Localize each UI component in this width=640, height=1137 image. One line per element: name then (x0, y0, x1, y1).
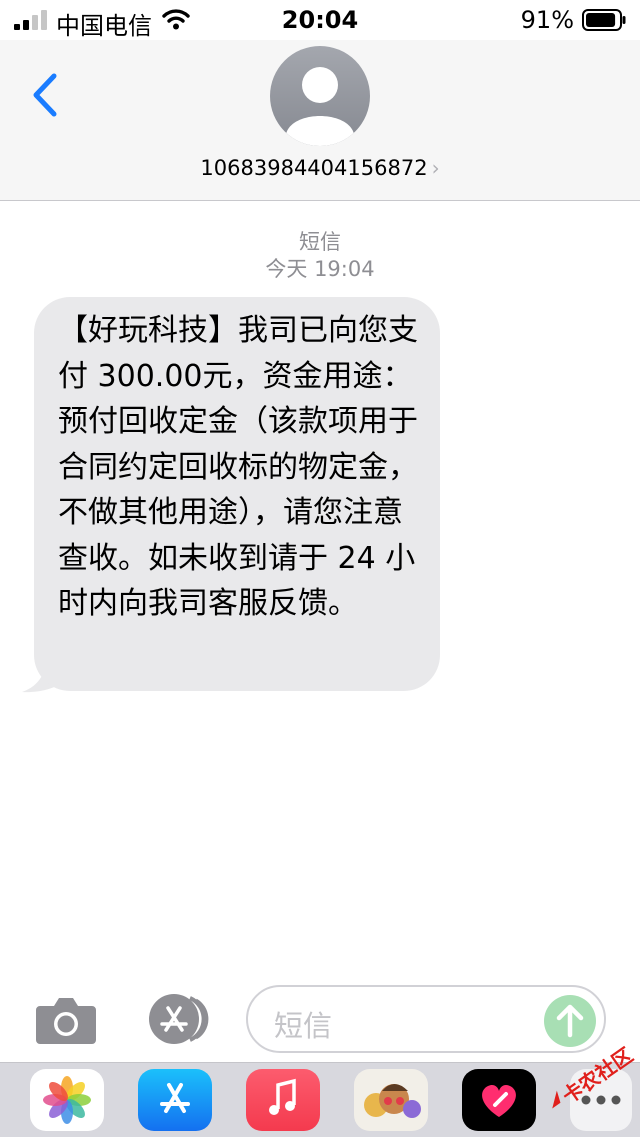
service-label: 短信 (299, 230, 341, 254)
chevron-left-icon[interactable] (28, 70, 68, 120)
contact-number[interactable]: 10683984404156872 › (0, 156, 640, 180)
battery-icon (582, 9, 626, 31)
camera-icon[interactable] (36, 994, 96, 1044)
send-arrow-icon[interactable] (544, 995, 596, 1047)
message-text: 【好玩科技】我司已向您支付 300.00元，资金用途：预付回收定金（该款项用于合… (58, 313, 418, 621)
contact-number-label: 10683984404156872 (200, 156, 428, 180)
digital-touch-icon[interactable] (462, 1069, 536, 1131)
music-icon[interactable] (246, 1069, 320, 1131)
svg-text:卡农社区: 卡农社区 (558, 1044, 636, 1108)
app-store-icon[interactable] (138, 1069, 212, 1131)
photos-icon[interactable] (30, 1069, 104, 1131)
conversation-header: 10683984404156872 › (0, 40, 640, 201)
person-avatar-icon[interactable] (270, 46, 370, 146)
message-input[interactable]: 短信 (246, 985, 606, 1053)
memoji-icon[interactable] (354, 1069, 428, 1131)
watermark-logo: 卡农社区 (552, 1044, 636, 1109)
app-store-icon[interactable] (138, 994, 214, 1044)
chevron-right-icon: › (431, 156, 440, 180)
battery-percent: 91% (520, 6, 574, 34)
message-timestamp: 今天 19:04 (265, 257, 375, 281)
status-bar: 中国电信 20:04 91% (0, 0, 640, 40)
message-input-placeholder: 短信 (274, 1009, 333, 1043)
